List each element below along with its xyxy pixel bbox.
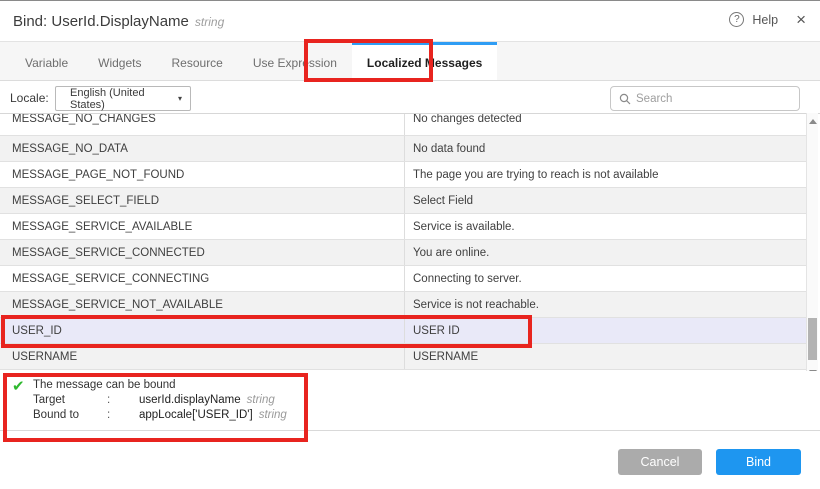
binding-target-row: Target : userId.displayName string [33,394,275,406]
bound-to-colon: : [107,409,139,421]
table-row[interactable]: MESSAGE_SERVICE_AVAILABLEService is avai… [0,214,806,240]
search-icon [619,93,631,105]
help-button[interactable]: Help [752,13,778,27]
message-value-cell[interactable]: The page you are trying to reach is not … [405,162,806,187]
binding-bound-to-row: Bound to : appLocale['USER_ID'] string [33,409,287,421]
message-key-cell[interactable]: MESSAGE_SERVICE_AVAILABLE [0,214,405,239]
dialog-footer: Cancel Bind [0,431,820,489]
bound-to-type: string [259,409,287,421]
message-key-cell[interactable]: USER_ID [0,318,405,343]
table-row[interactable]: USERNAMEUSERNAME [0,344,806,370]
page-title: Bind: UserId.DisplayNamestring [13,13,224,30]
message-key-cell[interactable]: MESSAGE_SERVICE_CONNECTED [0,240,405,265]
message-key-cell[interactable]: MESSAGE_NO_DATA [0,136,405,161]
locale-label: Locale: [10,91,49,105]
locale-dropdown[interactable]: English (United States) ▾ [55,86,191,111]
title-type-hint: string [195,15,224,29]
bind-button[interactable]: Bind [716,449,801,475]
message-value-cell[interactable]: No changes detected [405,114,806,135]
bound-to-value: appLocale['USER_ID'] [139,409,253,421]
search-box [610,86,800,111]
target-value: userId.displayName [139,394,241,406]
cancel-button[interactable]: Cancel [618,449,702,475]
message-value-cell[interactable]: Service is available. [405,214,806,239]
table-row[interactable]: USER_IDUSER ID [0,318,806,344]
tab-localized-messages[interactable]: Localized Messages [352,42,497,80]
table-row[interactable]: MESSAGE_SERVICE_CONNECTINGConnecting to … [0,266,806,292]
message-key-cell[interactable]: USERNAME [0,344,405,369]
vertical-scrollbar[interactable] [806,113,818,379]
help-icon[interactable]: ? [729,12,744,27]
table-row[interactable]: MESSAGE_SELECT_FIELDSelect Field [0,188,806,214]
dialog-header: Bind: UserId.DisplayNamestring ? Help × [0,1,820,41]
scrollbar-thumb[interactable] [808,318,817,360]
message-key-cell[interactable]: MESSAGE_NO_CHANGES [0,114,405,135]
message-value-cell[interactable]: USER ID [405,318,806,343]
table-row[interactable]: MESSAGE_PAGE_NOT_FOUNDThe page you are t… [0,162,806,188]
table-row[interactable]: MESSAGE_SERVICE_NOT_AVAILABLEService is … [0,292,806,318]
chevron-down-icon: ▾ [178,94,182,103]
message-value-cell[interactable]: Service is not reachable. [405,292,806,317]
message-value-cell[interactable]: No data found [405,136,806,161]
binding-status-text: The message can be bound [33,379,176,391]
tab-use-expression[interactable]: Use Expression [238,42,352,80]
table-row[interactable]: MESSAGE_NO_CHANGESNo changes detected [0,114,806,136]
bind-dialog: Bind: UserId.DisplayNamestring ? Help × … [0,0,820,489]
binding-info-panel: ✔ The message can be bound Target : user… [0,371,820,430]
toolbar: Locale: English (United States) ▾ [0,82,820,113]
message-value-cell[interactable]: You are online. [405,240,806,265]
message-key-cell[interactable]: MESSAGE_SERVICE_NOT_AVAILABLE [0,292,405,317]
table-row[interactable]: MESSAGE_SERVICE_CONNECTEDYou are online. [0,240,806,266]
tab-resource[interactable]: Resource [157,42,238,80]
message-value-cell[interactable]: Connecting to server. [405,266,806,291]
target-type: string [247,394,275,406]
check-icon: ✔ [12,377,25,395]
close-icon[interactable]: × [796,12,806,27]
message-key-cell[interactable]: MESSAGE_PAGE_NOT_FOUND [0,162,405,187]
target-label: Target [33,394,107,406]
message-value-cell[interactable]: USERNAME [405,344,806,369]
bound-to-label: Bound to [33,409,107,421]
message-key-cell[interactable]: MESSAGE_SERVICE_CONNECTING [0,266,405,291]
table-row[interactable]: MESSAGE_NO_DATANo data found [0,136,806,162]
scroll-up-icon[interactable] [809,119,817,124]
tab-widgets[interactable]: Widgets [83,42,156,80]
locale-selected-value: English (United States) [70,87,178,111]
message-key-cell[interactable]: MESSAGE_SELECT_FIELD [0,188,405,213]
tab-variable[interactable]: Variable [10,42,83,80]
target-colon: : [107,394,139,406]
tab-bar: Variable Widgets Resource Use Expression… [0,41,820,81]
search-input[interactable] [636,93,791,105]
messages-table: MESSAGE_NO_CHANGESNo changes detectedMES… [0,113,820,370]
message-value-cell[interactable]: Select Field [405,188,806,213]
